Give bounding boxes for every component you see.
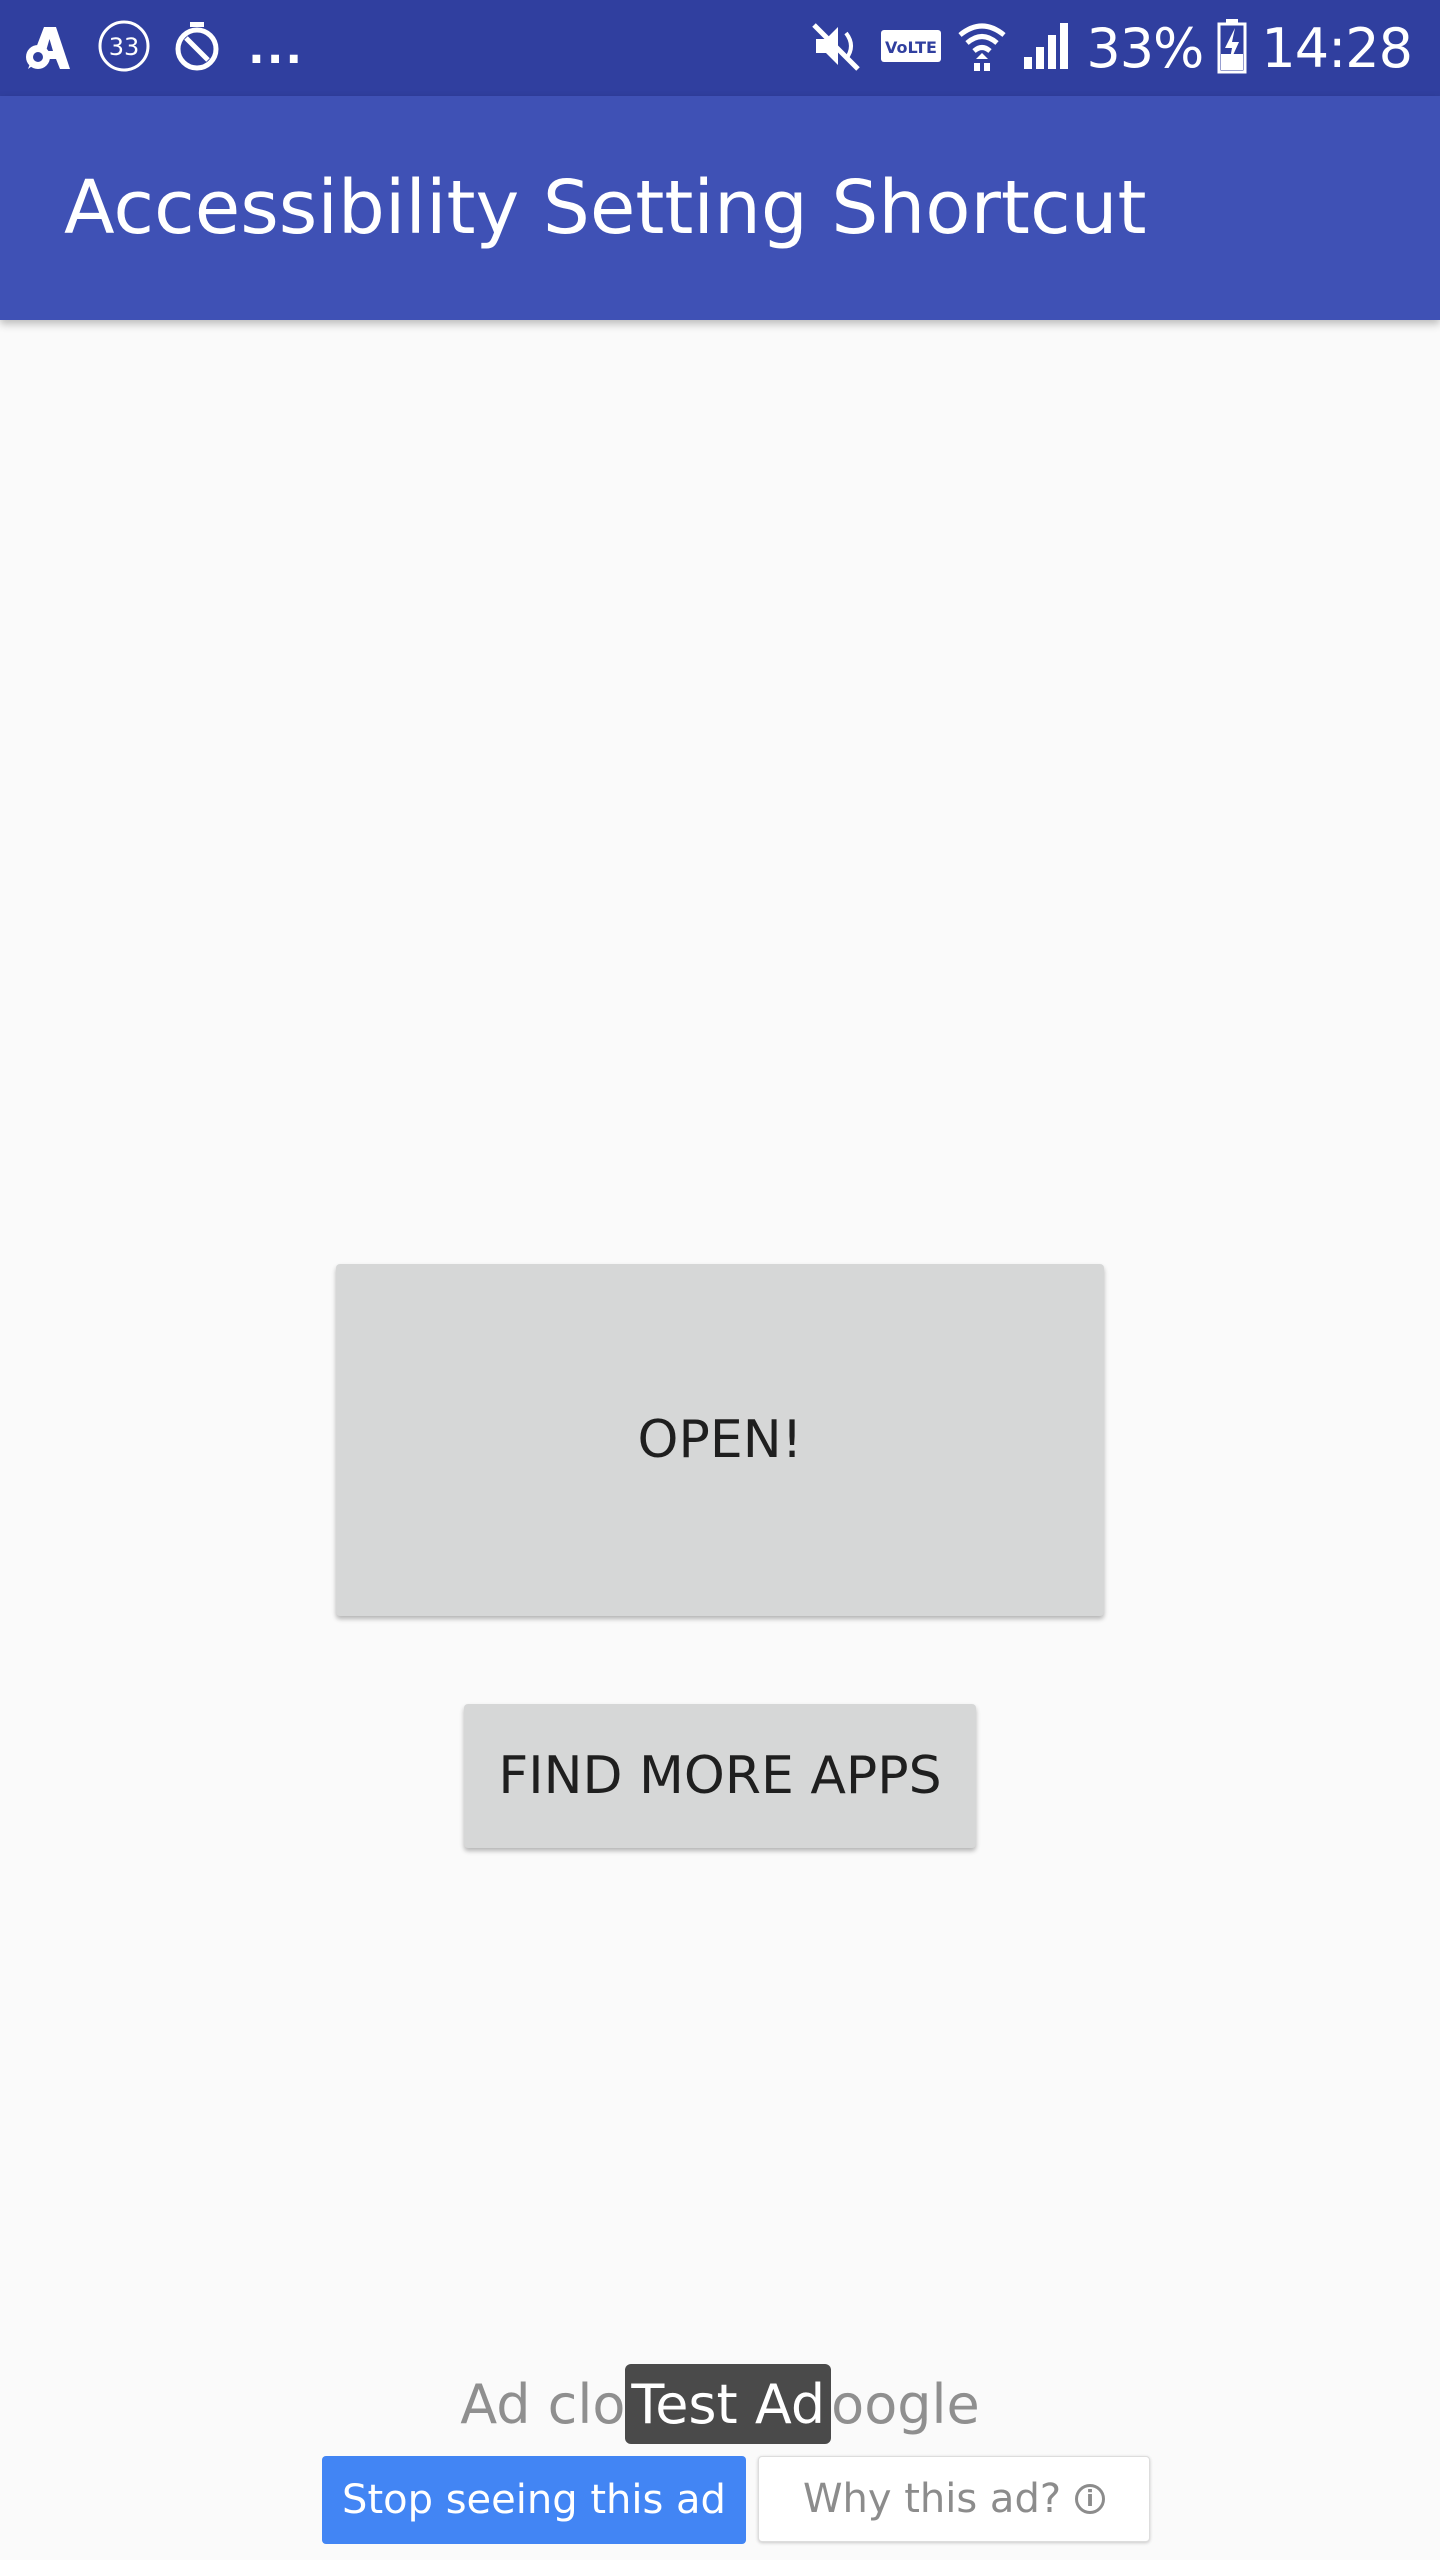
status-bar-right: VoLTE 33% 14:28 — [810, 0, 1413, 96]
mute-icon — [810, 19, 866, 78]
timer-icon — [172, 19, 222, 78]
app-title: Accessibility Setting Shortcut — [64, 165, 1147, 251]
status-bar-left: 33 ... — [22, 0, 304, 96]
app-bar: Accessibility Setting Shortcut — [0, 96, 1440, 320]
volte-icon: VoLTE — [880, 29, 942, 68]
why-this-ad-button[interactable]: Why this ad? i — [758, 2456, 1150, 2542]
open-button[interactable]: OPEN! — [336, 1264, 1104, 1616]
stop-seeing-ad-button[interactable]: Stop seeing this ad — [322, 2456, 746, 2544]
info-icon: i — [1075, 2484, 1106, 2514]
battery-percent: 33% — [1086, 16, 1204, 80]
ad-closed-banner: Ad clo Test Ad oogle — [0, 2352, 1440, 2456]
why-this-ad-label: Why this ad? — [802, 2476, 1062, 2522]
notification-badge-count: 33 — [109, 33, 140, 61]
ad-feedback-buttons: Stop seeing this ad Why this ad? i — [322, 2456, 1150, 2544]
clock: 14:28 — [1261, 16, 1413, 80]
volte-label: VoLTE — [885, 38, 937, 57]
battery-charging-icon — [1217, 18, 1247, 79]
ad-closed-text: Ad clo — [460, 2372, 626, 2436]
wifi-icon — [956, 19, 1008, 78]
test-ad-label: Test Ad — [625, 2364, 832, 2444]
google-text: oogle — [831, 2372, 980, 2436]
more-notifications-indicator: ... — [248, 22, 305, 74]
data-badge-icon: 33 — [96, 18, 152, 79]
signal-icon — [1022, 21, 1072, 76]
app-notification-icon — [22, 19, 76, 78]
status-bar: 33 ... VoLTE 33% 14:28 — [0, 0, 1440, 96]
find-more-apps-button[interactable]: FIND MORE APPS — [464, 1704, 976, 1848]
